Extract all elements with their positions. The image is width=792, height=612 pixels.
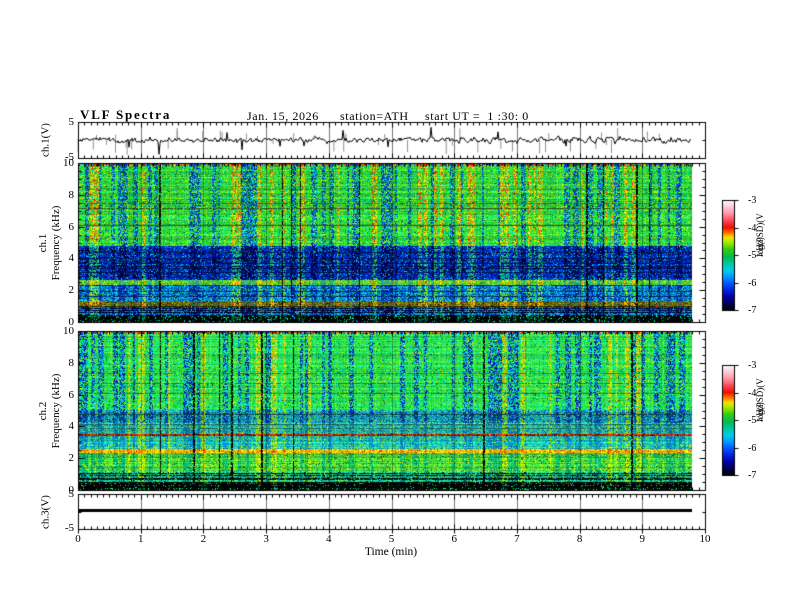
x-tick-label: 9 (639, 533, 646, 545)
x-tick-label: 6 (451, 533, 457, 545)
x-tick-label: 0 (75, 533, 81, 545)
colorbar-label: log(PSD)(V 2/Hz) (755, 378, 765, 422)
colorbar-tick-label: -3 (748, 360, 757, 371)
colorbar-tick-label: -6 (748, 442, 757, 454)
vlf-spectra-figure: VLF Spectra Jan. 15, 2026 station=ATH st… (0, 0, 792, 612)
colorbar-label: log(PSD)(V 2/Hz) (755, 213, 765, 257)
y-tick-label-frequency: 10 (63, 157, 74, 169)
y-tick-label-frequency: 8 (68, 356, 75, 369)
start-ut-label: start UT = 1 :30: 0 (425, 109, 529, 123)
y-axis-label-ch3: ch.3(V) (39, 494, 52, 529)
x-tick-label: 4 (326, 533, 332, 545)
x-tick-label: 10 (699, 533, 711, 545)
date-label: Jan. 15, 2026 (247, 109, 319, 123)
x-tick-label: 7 (514, 533, 520, 545)
y-tick-label-frequency: 2 (68, 284, 75, 297)
x-tick-label: 5 (388, 533, 395, 545)
x-tick-label: 2 (200, 533, 207, 545)
station-label: station=ATH (340, 109, 409, 123)
colorbar-tick-label: -7 (748, 305, 757, 316)
x-tick-label: 3 (263, 533, 269, 545)
x-tick-label: 8 (576, 533, 583, 545)
y-tick-label-frequency: 10 (63, 325, 74, 337)
colorbar-tick-label: -7 (748, 470, 757, 481)
plot-canvas (0, 0, 792, 612)
colorbar-tick-label: -3 (748, 195, 757, 206)
plot-title: VLF Spectra (80, 107, 172, 122)
colorbar-tick-label: -6 (748, 277, 757, 289)
x-axis-title: Time (min) (364, 546, 418, 558)
y-tick-label-frequency: 8 (68, 188, 75, 201)
x-tick-label: 1 (137, 533, 144, 545)
y-axis-label-ch2-frequency: ch.2 Frequency (kHz) (37, 373, 62, 448)
y-axis-label-ch1-frequency: ch.1 Frequency (kHz) (37, 205, 62, 280)
y-tick-label-frequency: 2 (68, 452, 75, 465)
y-axis-label-ch1: ch.1(V) (39, 123, 52, 157)
